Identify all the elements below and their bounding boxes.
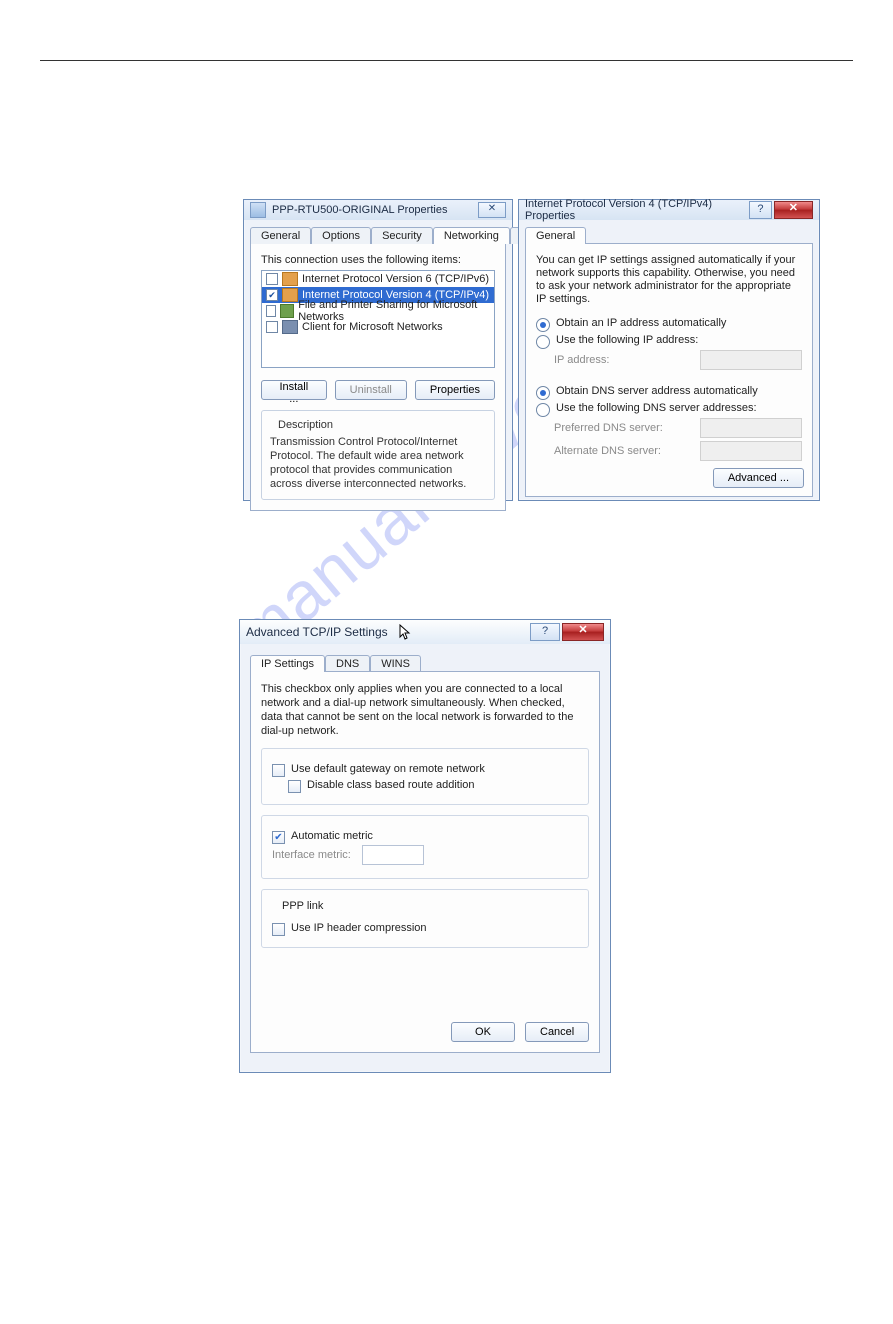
dialog-buttons: OK Cancel <box>451 1022 589 1042</box>
use-dns-row[interactable]: Use the following DNS server addresses: <box>536 401 802 415</box>
ppp-titlebar: PPP-RTU500-ORIGINAL Properties ✕ <box>244 200 512 220</box>
checkbox-disable-class[interactable] <box>288 780 301 793</box>
radio-label: Use the following IP address: <box>556 334 698 346</box>
close-button[interactable]: ✕ <box>774 201 813 219</box>
use-ip-row[interactable]: Use the following IP address: <box>536 333 802 347</box>
obtain-ip-auto-row[interactable]: Obtain an IP address automatically <box>536 316 802 330</box>
interface-metric-input <box>362 845 424 865</box>
ip-address-input <box>700 350 802 370</box>
ipsettings-explain: This checkbox only applies when you are … <box>261 682 589 738</box>
client-icon <box>282 320 298 334</box>
checkbox-auto-metric[interactable]: ✔ <box>272 831 285 844</box>
metric-group: ✔ Automatic metric Interface metric: <box>261 815 589 879</box>
page-stage: manualshive.com PPP-RTU500-ORIGINAL Prop… <box>0 61 893 1324</box>
description-title: Description <box>274 419 337 431</box>
tab-general[interactable]: General <box>250 227 311 244</box>
checkbox[interactable] <box>266 305 276 317</box>
checkbox-label: Use default gateway on remote network <box>291 763 485 775</box>
interface-metric-row: Interface metric: <box>272 845 578 865</box>
checkbox[interactable] <box>266 273 278 285</box>
list-item-label: Client for Microsoft Networks <box>302 321 443 333</box>
ipv4-intro-text: You can get IP settings assigned automat… <box>536 254 802 306</box>
ppp-properties-dialog: PPP-RTU500-ORIGINAL Properties ✕ General… <box>243 199 513 501</box>
obtain-dns-auto-row[interactable]: Obtain DNS server address automatically <box>536 384 802 398</box>
tab-general[interactable]: General <box>525 227 586 244</box>
radio-label: Use the following DNS server addresses: <box>556 402 757 414</box>
connection-items-label: This connection uses the following items… <box>261 254 495 266</box>
ipsettings-page: This checkbox only applies when you are … <box>250 671 600 1053</box>
radio-obtain-ip-auto[interactable] <box>536 318 550 332</box>
ip-address-row: IP address: <box>554 350 802 370</box>
list-item[interactable]: Internet Protocol Version 6 (TCP/IPv6) <box>262 271 494 287</box>
checkbox-label: Disable class based route addition <box>307 779 475 791</box>
checkbox-label: Automatic metric <box>291 830 373 842</box>
adv-tabs: IP Settings DNS WINS <box>240 644 610 671</box>
ipv4-title-text: Internet Protocol Version 4 (TCP/IPv4) P… <box>525 198 749 222</box>
radio-use-ip[interactable] <box>536 335 550 349</box>
networking-tabpage: This connection uses the following items… <box>250 243 506 511</box>
checkbox[interactable] <box>266 321 278 333</box>
window-icon <box>250 202 266 218</box>
connection-items-list[interactable]: Internet Protocol Version 6 (TCP/IPv6) ✔… <box>261 270 495 368</box>
item-buttons: Install ... Uninstall Properties <box>261 380 495 400</box>
ip-compression-row[interactable]: Use IP header compression <box>272 921 578 934</box>
tab-options[interactable]: Options <box>311 227 371 244</box>
list-item[interactable]: File and Printer Sharing for Microsoft N… <box>262 303 494 319</box>
radio-label: Obtain an IP address automatically <box>556 317 726 329</box>
advanced-button[interactable]: Advanced ... <box>713 468 804 488</box>
checkbox[interactable]: ✔ <box>266 289 278 301</box>
interface-metric-label: Interface metric: <box>272 849 362 861</box>
radio-obtain-dns-auto[interactable] <box>536 386 550 400</box>
ipv4-tabs: General <box>519 220 819 243</box>
help-button[interactable]: ? <box>530 623 560 641</box>
protocol-icon <box>282 288 298 302</box>
radio-label: Obtain DNS server address automatically <box>556 385 758 397</box>
tab-dns[interactable]: DNS <box>325 655 370 672</box>
ppp-title-text: PPP-RTU500-ORIGINAL Properties <box>272 204 447 216</box>
radio-use-dns[interactable] <box>536 403 550 417</box>
properties-button[interactable]: Properties <box>415 380 495 400</box>
ppp-group-label: PPP link <box>278 900 327 912</box>
advanced-tcpip-dialog: Advanced TCP/IP Settings ? ✕ IP Settings… <box>239 619 611 1073</box>
pref-dns-input <box>700 418 802 438</box>
alt-dns-label: Alternate DNS server: <box>554 445 661 457</box>
alt-dns-row: Alternate DNS server: <box>554 441 802 461</box>
protocol-icon <box>282 272 298 286</box>
ppp-group: PPP link Use IP header compression <box>261 889 589 948</box>
close-button[interactable]: ✕ <box>478 202 506 218</box>
checkbox-ip-compression[interactable] <box>272 923 285 936</box>
help-button[interactable]: ? <box>749 201 772 219</box>
tab-ipsettings[interactable]: IP Settings <box>250 655 325 672</box>
close-button[interactable]: ✕ <box>562 623 604 641</box>
tab-wins[interactable]: WINS <box>370 655 421 672</box>
ipv4-general-page: You can get IP settings assigned automat… <box>525 243 813 497</box>
checkbox-default-gateway[interactable] <box>272 764 285 777</box>
checkbox-label: Use IP header compression <box>291 922 427 934</box>
ppp-tabs: General Options Security Networking Shar… <box>244 220 512 243</box>
ipv4-properties-dialog: Internet Protocol Version 4 (TCP/IPv4) P… <box>518 199 820 501</box>
tab-networking[interactable]: Networking <box>433 227 510 244</box>
ipv4-titlebar: Internet Protocol Version 4 (TCP/IPv4) P… <box>519 200 819 220</box>
cancel-button[interactable]: Cancel <box>525 1022 589 1042</box>
adv-titlebar: Advanced TCP/IP Settings ? ✕ <box>240 620 610 644</box>
description-text: Transmission Control Protocol/Internet P… <box>270 435 486 491</box>
auto-metric-row[interactable]: ✔ Automatic metric <box>272 829 578 842</box>
list-item-label: Internet Protocol Version 6 (TCP/IPv6) <box>302 273 489 285</box>
pref-dns-label: Preferred DNS server: <box>554 422 663 434</box>
list-item-label: File and Printer Sharing for Microsoft N… <box>298 299 490 323</box>
share-icon <box>280 304 294 318</box>
adv-title-text: Advanced TCP/IP Settings <box>246 625 388 639</box>
default-gateway-row[interactable]: Use default gateway on remote network <box>272 762 578 775</box>
gateway-group: Use default gateway on remote network Di… <box>261 748 589 805</box>
tab-security[interactable]: Security <box>371 227 433 244</box>
ok-button[interactable]: OK <box>451 1022 515 1042</box>
ip-address-label: IP address: <box>554 354 609 366</box>
install-button[interactable]: Install ... <box>261 380 327 400</box>
description-group: Description Transmission Control Protoco… <box>261 410 495 500</box>
disable-class-row[interactable]: Disable class based route addition <box>288 778 578 791</box>
uninstall-button[interactable]: Uninstall <box>335 380 407 400</box>
mouse-cursor-icon <box>398 624 412 645</box>
alt-dns-input <box>700 441 802 461</box>
pref-dns-row: Preferred DNS server: <box>554 418 802 438</box>
